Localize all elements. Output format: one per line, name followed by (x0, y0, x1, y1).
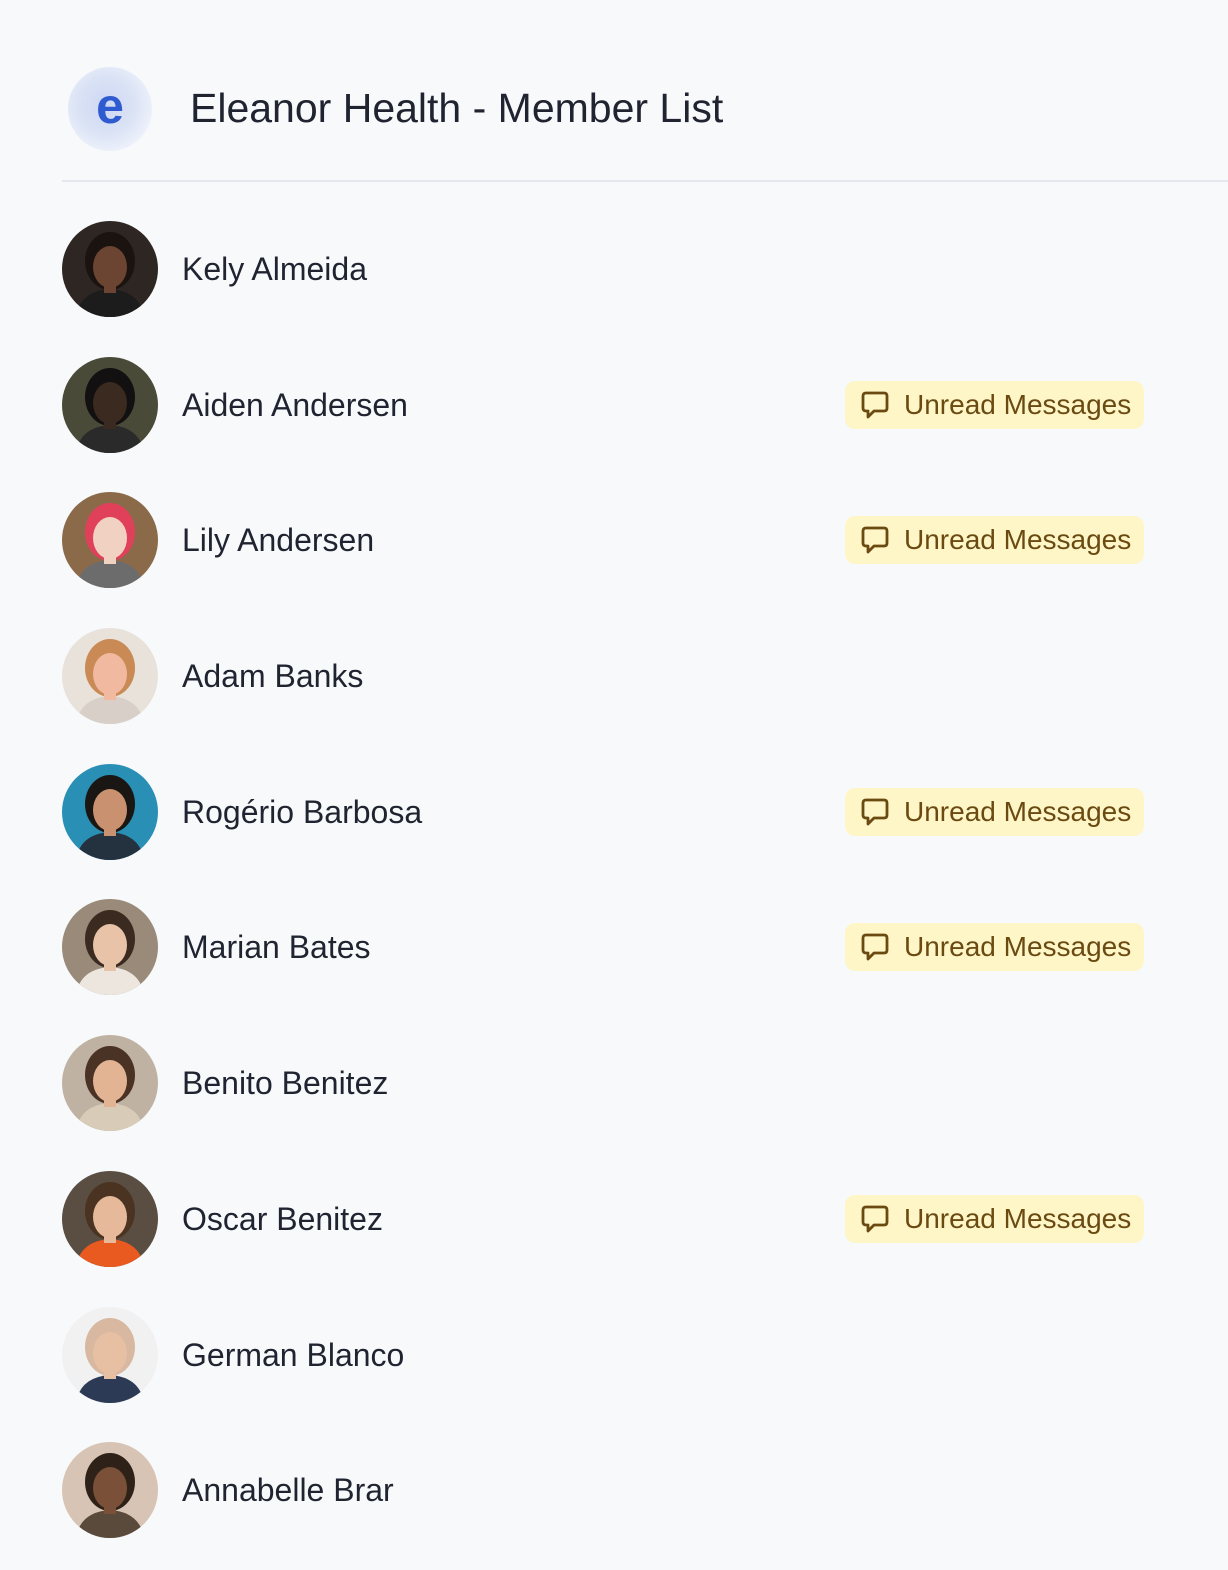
member-row[interactable]: Oscar Benitez Unread Messages (62, 1170, 1162, 1307)
chat-bubble-icon (860, 1204, 890, 1234)
unread-messages-badge[interactable]: Unread Messages (845, 923, 1144, 972)
member-name: German Blanco (182, 1336, 405, 1373)
member-name: Marian Bates (182, 929, 371, 966)
unread-messages-label: Unread Messages (904, 524, 1132, 556)
member-name: Oscar Benitez (182, 1200, 383, 1237)
chat-bubble-icon (860, 932, 890, 962)
unread-messages-badge[interactable]: Unread Messages (845, 1194, 1144, 1243)
member-name: Aiden Andersen (182, 386, 408, 423)
page-title: Eleanor Health - Member List (190, 85, 724, 131)
member-row[interactable]: Aiden Andersen Unread Messages (62, 356, 1162, 493)
unread-messages-label: Unread Messages (904, 931, 1132, 963)
member-row[interactable]: Annabelle Brar (62, 1442, 1162, 1570)
member-row[interactable]: Adam Banks (62, 628, 1162, 764)
page-header: e Eleanor Health - Member List (62, 62, 1228, 182)
avatar-photo (62, 492, 158, 589)
member-name: Lily Andersen (182, 522, 375, 559)
member-row[interactable]: Marian Bates Unread Messages (62, 899, 1162, 1035)
member-row[interactable]: Lily Andersen Unread Messages (62, 492, 1162, 628)
chat-bubble-icon (860, 797, 890, 827)
avatar-photo (62, 1170, 158, 1267)
avatar (62, 1442, 158, 1539)
avatar (62, 1306, 158, 1403)
avatar (62, 763, 158, 860)
member-name: Adam Banks (182, 658, 364, 695)
unread-messages-badge[interactable]: Unread Messages (845, 380, 1144, 429)
avatar (62, 899, 158, 996)
member-row[interactable]: German Blanco (62, 1306, 1162, 1443)
chat-bubble-icon (860, 390, 890, 420)
avatar (62, 356, 158, 453)
chat-bubble-icon (860, 525, 890, 555)
member-row[interactable]: Benito Benitez (62, 1035, 1162, 1171)
member-row[interactable]: Kely Almeida (62, 221, 1162, 357)
avatar-photo (62, 1442, 158, 1539)
member-name: Benito Benitez (182, 1065, 389, 1102)
member-name: Kely Almeida (182, 251, 367, 287)
avatar (62, 1035, 158, 1132)
avatar-photo (62, 628, 158, 725)
unread-messages-badge[interactable]: Unread Messages (845, 787, 1144, 836)
member-list-page: e Eleanor Health - Member List Kely Alme… (0, 0, 1228, 1570)
avatar (62, 1170, 158, 1267)
avatar-photo (62, 356, 158, 453)
unread-messages-badge[interactable]: Unread Messages (845, 516, 1144, 565)
eleanor-health-logo: e (68, 67, 152, 151)
avatar-photo (62, 763, 158, 860)
member-list: Kely Almeida Aiden Andersen Unread Messa… (62, 221, 1162, 1570)
avatar-photo (62, 221, 158, 317)
unread-messages-label: Unread Messages (904, 1202, 1132, 1234)
avatar-photo (62, 899, 158, 996)
avatar (62, 221, 158, 317)
unread-messages-label: Unread Messages (904, 795, 1132, 827)
member-name: Rogério Barbosa (182, 793, 423, 830)
avatar-photo (62, 1035, 158, 1132)
avatar-photo (62, 1306, 158, 1403)
unread-messages-label: Unread Messages (904, 388, 1132, 420)
member-row[interactable]: Rogério Barbosa Unread Messages (62, 763, 1162, 900)
avatar (62, 628, 158, 725)
logo-letter: e (96, 78, 124, 134)
member-name: Annabelle Brar (182, 1472, 394, 1509)
avatar (62, 492, 158, 589)
